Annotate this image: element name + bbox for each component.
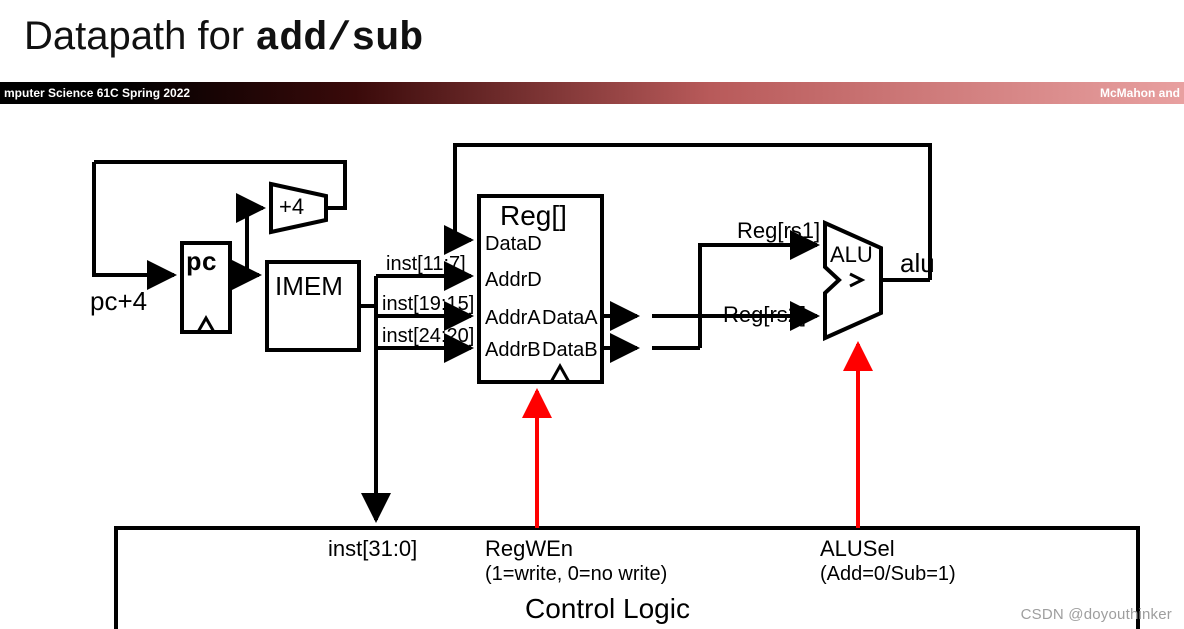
wire-feedback-into-pc [94, 162, 174, 275]
inst-19-15-label: inst[19:15] [382, 293, 474, 315]
inst-24-20-label: inst[24:20] [382, 325, 474, 347]
wire-pc-to-plus4 [247, 208, 263, 275]
control-logic-label: Control Logic [525, 593, 690, 624]
inst-11-7-label: inst[11:7] [386, 253, 466, 275]
plus4-label: +4 [279, 194, 304, 219]
plus4-adder: +4 [271, 184, 326, 232]
imem-label: IMEM [275, 271, 343, 301]
regwen-sub: (1=write, 0=no write) [485, 563, 667, 585]
alusel-sub: (Add=0/Sub=1) [820, 563, 956, 585]
reg-rs1-label: Reg[rs1] [737, 218, 820, 243]
watermark: CSDN @doyouthinker [1021, 606, 1172, 623]
pcplus4-label: pc+4 [90, 286, 147, 316]
addrD-label: AddrD [485, 269, 542, 291]
imem-block: IMEM [267, 262, 359, 350]
pc-label: pc [186, 248, 217, 278]
pc-register: pc [182, 243, 230, 332]
addrA-label: AddrA [485, 307, 541, 329]
dataD-label: DataD [485, 233, 542, 255]
alusel-label: ALUSel [820, 536, 895, 561]
regfile-title: Reg[] [500, 200, 567, 231]
wire-plus4-feedback [94, 162, 345, 208]
dataA-label: DataA [542, 307, 598, 329]
regfile-block: Reg[] DataD AddrD AddrA DataA AddrB Data… [479, 196, 602, 382]
addrB-label: AddrB [485, 339, 541, 361]
datapath-diagram: pc +4 IMEM Reg[] DataD AddrD AddrA DataA… [0, 0, 1184, 629]
alu-label: ALU [830, 242, 873, 267]
regwen-label: RegWEn [485, 536, 573, 561]
inst-full-label: inst[31:0] [328, 536, 417, 561]
reg-rs2-label: Reg[rs2] [723, 302, 806, 327]
dataB-label: DataB [542, 339, 598, 361]
alu-block: ALU [825, 223, 881, 338]
